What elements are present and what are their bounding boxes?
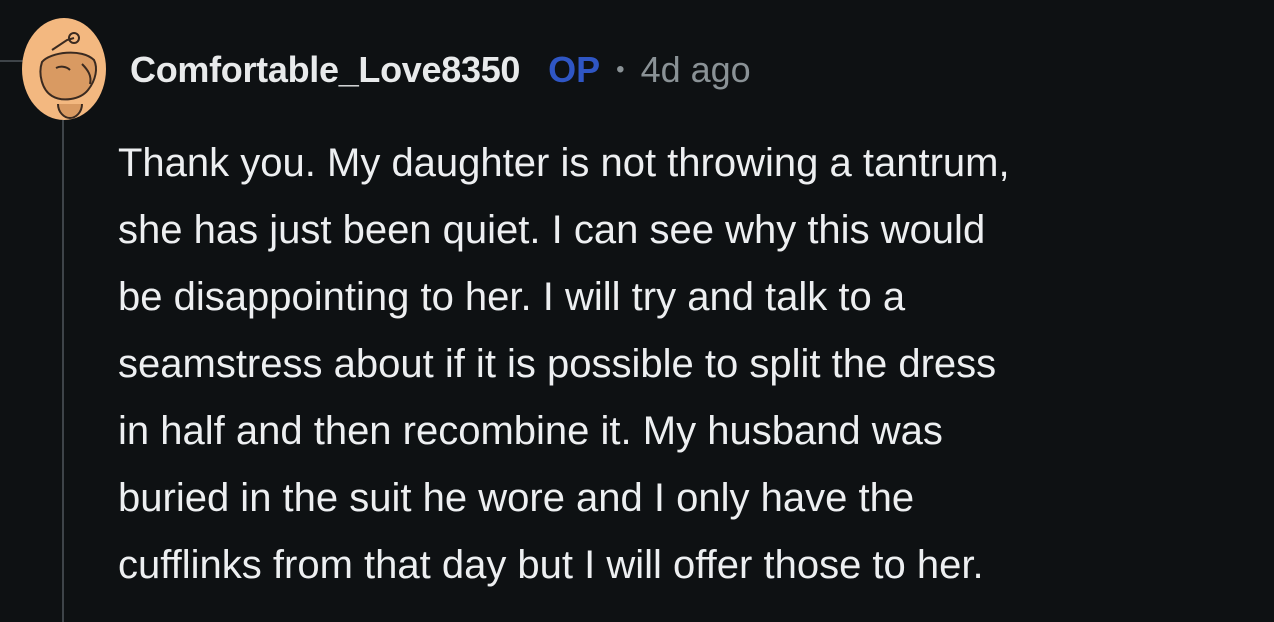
comment-header: Comfortable_Love8350 OP • 4d ago xyxy=(130,44,751,96)
op-badge: OP xyxy=(548,49,601,90)
parent-thread-connector xyxy=(0,60,24,62)
author-avatar[interactable] xyxy=(22,18,106,120)
comment-line: buried in the suit he wore and I only ha… xyxy=(118,476,915,520)
comment-line: in half and then recombine it. My husban… xyxy=(118,409,943,453)
comment-line: Thank you. My daughter is not throwing a… xyxy=(118,141,1010,185)
meta-separator: • xyxy=(616,56,625,83)
comment-timestamp[interactable]: 4d ago xyxy=(641,49,751,91)
comment-line: cufflinks from that day but I will offer… xyxy=(118,543,984,587)
thread-line[interactable] xyxy=(62,120,64,622)
comment-line: be disappointing to her. I will try and … xyxy=(118,275,906,319)
author-username[interactable]: Comfortable_Love8350 xyxy=(130,49,520,91)
comment-line: she has just been quiet. I can see why t… xyxy=(118,208,986,252)
snoo-avatar-icon xyxy=(22,18,106,120)
comment-line: seamstress about if it is possible to sp… xyxy=(118,342,997,386)
comment-body: Thank you. My daughter is not throwing a… xyxy=(118,130,1258,599)
